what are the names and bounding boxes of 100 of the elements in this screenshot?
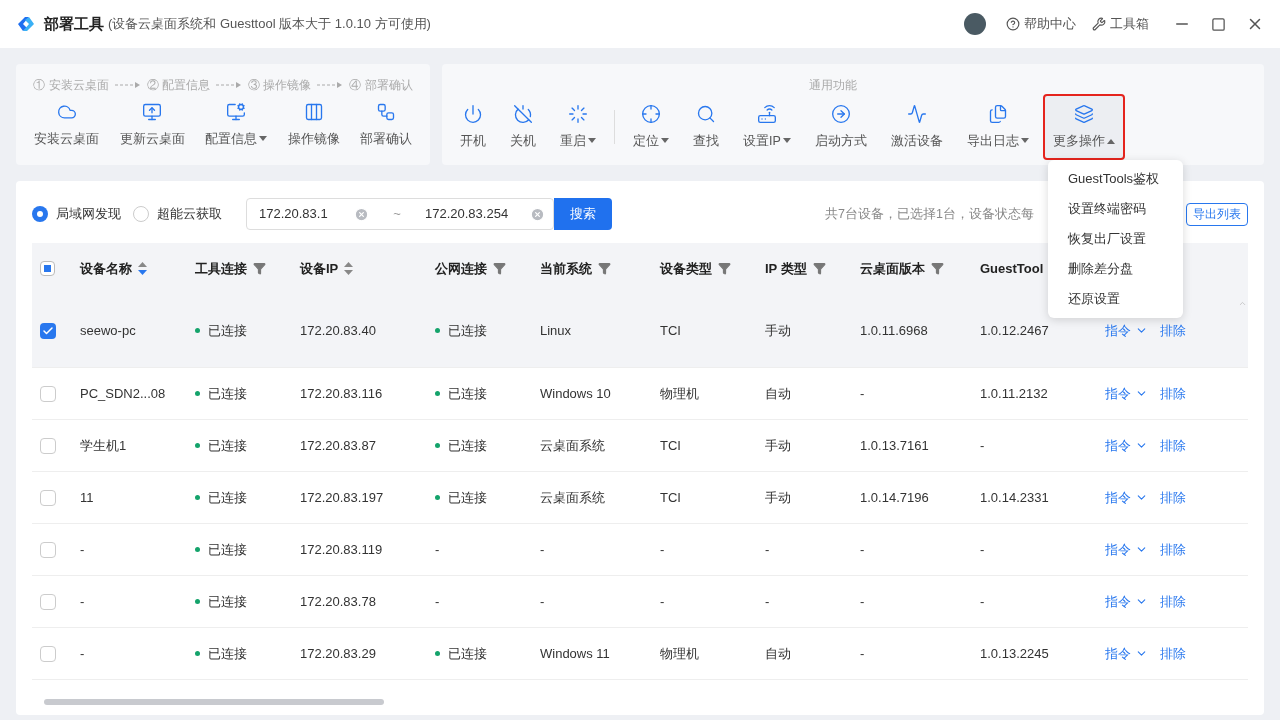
menu-item[interactable]: GuestTools鉴权: [1048, 164, 1183, 194]
toolbar-button[interactable]: 激活设备: [880, 94, 953, 160]
dashed-arrow-icon: [216, 81, 242, 89]
toolbar-button[interactable]: 设置IP: [733, 94, 801, 160]
filter-icon[interactable]: [598, 262, 611, 275]
table-cell-text: -: [80, 540, 85, 559]
toolbar-button[interactable]: 更多操作: [1042, 94, 1125, 160]
export-list-button[interactable]: 导出列表: [1186, 202, 1248, 226]
command-dropdown[interactable]: 指令: [1105, 539, 1148, 560]
toolbar-button[interactable]: 安装云桌面: [24, 92, 109, 158]
help-link[interactable]: 帮助中心: [1006, 14, 1076, 34]
table-cell-text: 1.0.11.2132: [980, 384, 1048, 403]
command-dropdown[interactable]: 指令: [1105, 591, 1148, 612]
remove-link[interactable]: 排除: [1160, 320, 1186, 341]
table-cell-text: PC_SDN2...08: [80, 384, 166, 403]
row-checkbox[interactable]: [40, 645, 56, 662]
filter-icon[interactable]: [812, 262, 826, 275]
table-cell-text: TCI: [660, 436, 681, 455]
columns-icon: [303, 101, 324, 122]
command-dropdown[interactable]: 指令: [1105, 643, 1148, 664]
menu-item[interactable]: 删除差分盘: [1048, 254, 1183, 284]
window-title: 部署工具: [44, 13, 104, 34]
toolbar-button[interactable]: 部署确认: [350, 92, 422, 158]
table-cell-text: 云桌面系统: [540, 436, 605, 455]
menu-item[interactable]: 设置终端密码: [1048, 194, 1183, 224]
toolbar-button[interactable]: 重启: [550, 94, 606, 160]
table-cell-text: 172.20.83.87: [300, 436, 376, 455]
toolbar-button[interactable]: 定位: [623, 94, 679, 160]
radio-option[interactable]: 局域网发现: [32, 204, 121, 224]
table-cell-text: 1.0.12.2467: [980, 321, 1049, 340]
filter-icon[interactable]: [253, 262, 266, 275]
command-dropdown[interactable]: 指令: [1105, 320, 1148, 341]
toolbox-link[interactable]: 工具箱: [1092, 14, 1149, 34]
toolbar-button[interactable]: 导出日志: [956, 94, 1039, 160]
table-cell-text: 1.0.14.2331: [980, 488, 1049, 507]
select-all-checkbox[interactable]: [40, 261, 55, 276]
radio-option[interactable]: 超能云获取: [133, 204, 222, 224]
remove-link[interactable]: 排除: [1160, 435, 1186, 456]
caret-icon: [1106, 138, 1115, 144]
table-cell-text: 1.0.13.2245: [980, 644, 1049, 663]
table-cell-text: 11: [80, 488, 94, 507]
toolbar-button[interactable]: 查找: [683, 94, 729, 160]
remove-link[interactable]: 排除: [1160, 539, 1186, 560]
toolbar-button[interactable]: 启动方式: [804, 94, 877, 160]
row-checkbox[interactable]: [40, 437, 56, 454]
remove-link[interactable]: 排除: [1160, 643, 1186, 664]
device-summary: 共7台设备，已选择1台，设备状态每: [825, 205, 1034, 223]
files-icon: [987, 103, 1008, 124]
maximize-icon[interactable]: [1211, 16, 1226, 32]
row-checkbox[interactable]: [40, 385, 56, 402]
toolbar-button[interactable]: 配置信息: [195, 92, 277, 158]
command-dropdown[interactable]: 指令: [1105, 435, 1148, 456]
column-header: 设备名称: [80, 259, 132, 278]
horizontal-scrollbar[interactable]: [44, 699, 384, 705]
caret-icon: [259, 136, 267, 142]
table-cell-text: -: [80, 644, 85, 663]
table-cell-text: 自动: [765, 384, 791, 403]
caret-icon: [782, 138, 791, 144]
row-checkbox[interactable]: [40, 541, 56, 558]
toolbar-button[interactable]: 关机: [500, 94, 546, 160]
row-checkbox[interactable]: [40, 593, 56, 610]
sort-icon[interactable]: [344, 262, 354, 275]
row-checkbox[interactable]: [40, 322, 56, 339]
column-header: 公网连接: [435, 259, 487, 278]
table-cell-text: -: [980, 436, 985, 455]
table-cell-text: -: [540, 540, 545, 559]
filter-icon[interactable]: [493, 262, 506, 275]
filter-icon[interactable]: [931, 262, 944, 275]
remove-link[interactable]: 排除: [1160, 383, 1186, 404]
table-cell-text: -: [660, 540, 665, 559]
table-cell-text: TCI: [660, 321, 681, 340]
table-cell-text: 172.20.83.29: [300, 644, 376, 663]
search-button[interactable]: 搜索: [554, 198, 612, 230]
remove-link[interactable]: 排除: [1160, 487, 1186, 508]
table-cell-text: 手动: [765, 436, 791, 455]
column-header: 当前系统: [540, 259, 592, 278]
filter-icon[interactable]: [718, 262, 731, 275]
ip-start-value: 172.20.83.1: [259, 205, 329, 224]
row-checkbox[interactable]: [40, 489, 56, 506]
column-header: 云桌面版本: [860, 259, 925, 278]
toolbar-button[interactable]: 操作镜像: [277, 92, 350, 158]
menu-item[interactable]: 恢复出厂设置: [1048, 224, 1183, 254]
toolbar-button[interactable]: 更新云桌面: [109, 92, 195, 158]
toolbar-button[interactable]: 开机: [450, 94, 496, 160]
table-cell-text: 已连接: [208, 488, 247, 507]
sort-icon[interactable]: [138, 262, 147, 275]
help-icon: [1006, 17, 1020, 31]
table-cell-text: -: [765, 540, 770, 559]
arrow-circle-icon: [830, 103, 851, 124]
power-off-icon: [513, 103, 533, 124]
avatar[interactable]: [964, 13, 986, 35]
command-dropdown[interactable]: 指令: [1105, 487, 1148, 508]
table-cell-text: -: [980, 540, 985, 559]
panel-title: 通用功能: [809, 77, 857, 94]
remove-link[interactable]: 排除: [1160, 591, 1186, 612]
workflow-step: ① 安装云桌面: [33, 76, 109, 94]
window-subtitle: (设备云桌面系统和 Guesttool 版本大于 1.0.10 方可使用): [108, 15, 431, 34]
range-separator: ~: [393, 205, 401, 224]
command-dropdown[interactable]: 指令: [1105, 383, 1148, 404]
table-cell-text: -: [765, 592, 770, 611]
